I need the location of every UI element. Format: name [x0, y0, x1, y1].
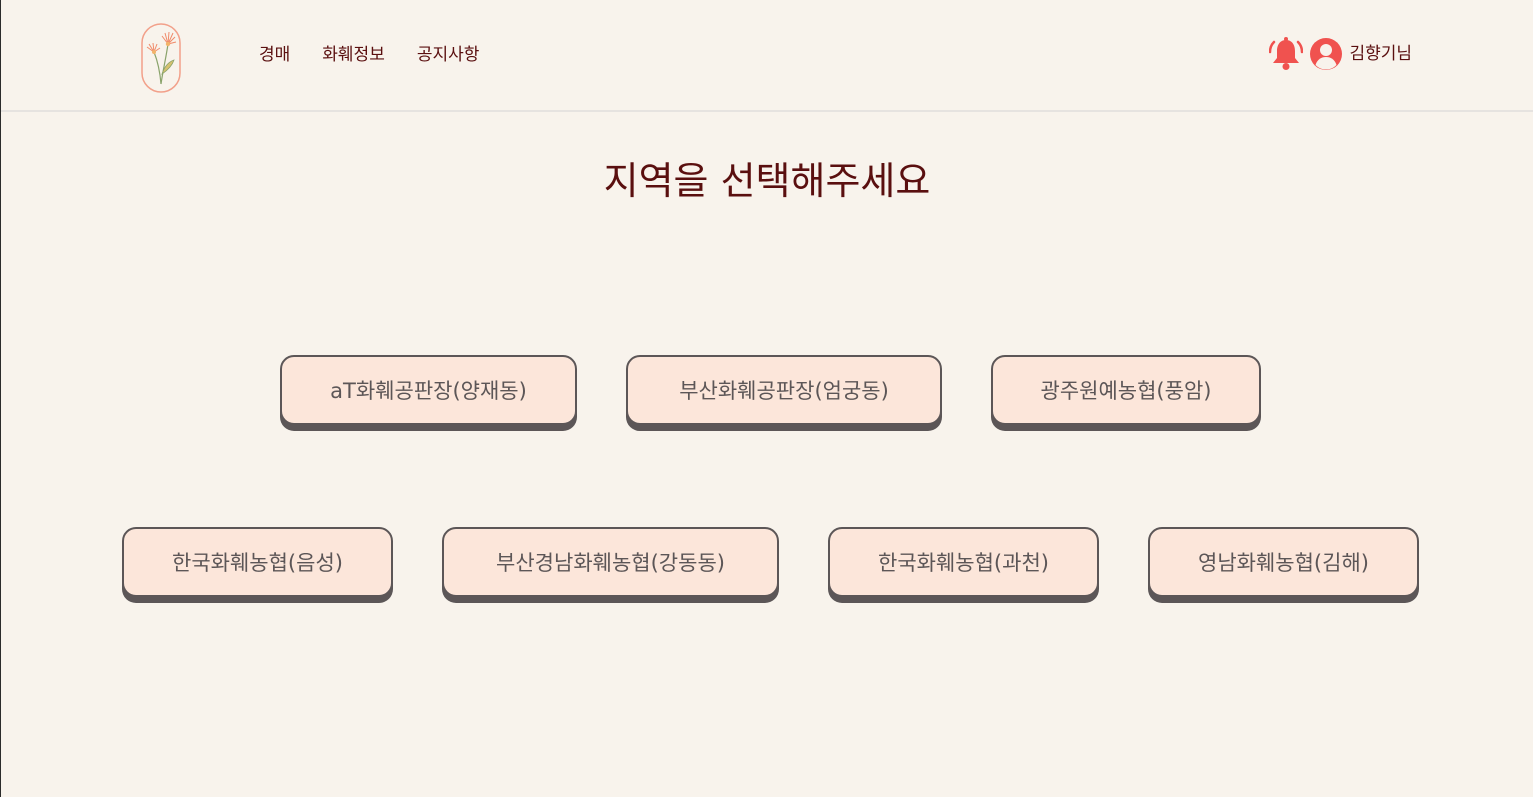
flower-logo-icon[interactable]: [140, 22, 182, 94]
region-button-eumseong[interactable]: 한국화훼농협(음성): [122, 527, 393, 597]
region-button-gimhae[interactable]: 영남화훼농협(김해): [1148, 527, 1419, 597]
nav-auction[interactable]: 경매: [259, 44, 290, 66]
region-button-yangjae[interactable]: aT화훼공판장(양재동): [280, 355, 577, 425]
page-title: 지역을 선택해주세요: [603, 159, 931, 203]
region-button-pungam[interactable]: 광주원예농협(풍암): [991, 355, 1261, 425]
user-area: 김향기님: [1269, 36, 1412, 72]
region-button-gwacheon[interactable]: 한국화훼농협(과천): [828, 527, 1099, 597]
region-button-gangdong[interactable]: 부산경남화훼농협(강동동): [442, 527, 779, 597]
nav-notice[interactable]: 공지사항: [417, 44, 480, 66]
user-name[interactable]: 김향기님: [1349, 37, 1412, 71]
bell-icon[interactable]: [1269, 36, 1304, 72]
user-avatar-icon[interactable]: [1309, 37, 1343, 71]
nav-flower-info[interactable]: 화훼정보: [322, 44, 385, 66]
region-button-eomgung[interactable]: 부산화훼공판장(엄궁동): [626, 355, 942, 425]
main-nav: 경매 화훼정보 공지사항: [259, 44, 479, 66]
top-header: 경매 화훼정보 공지사항 김향기님: [1, 0, 1533, 112]
